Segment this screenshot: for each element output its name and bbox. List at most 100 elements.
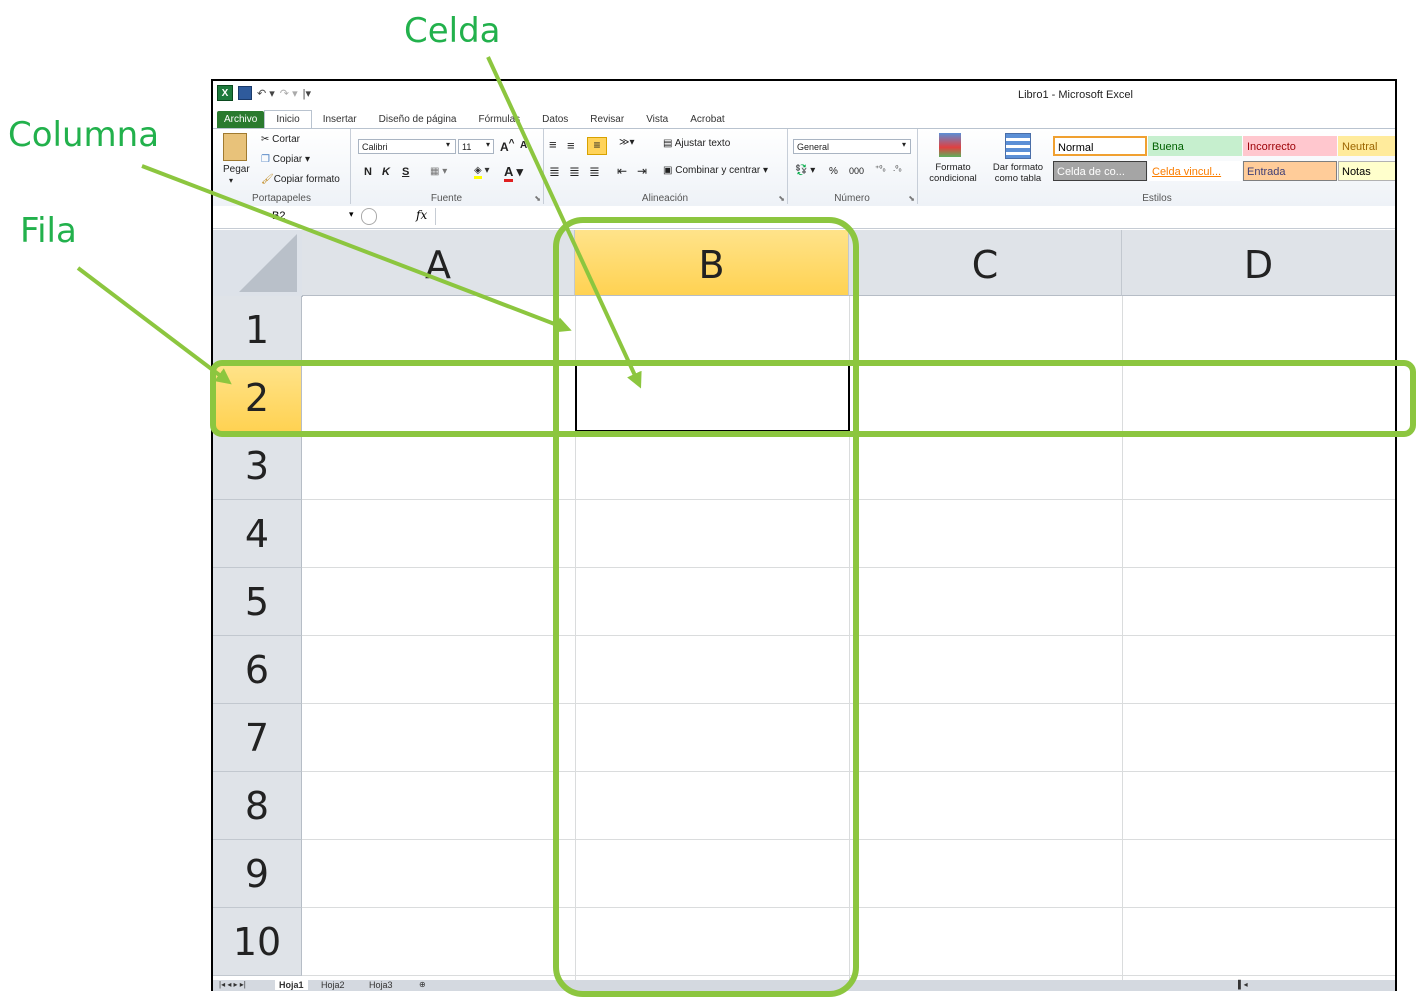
row-header-5[interactable]: 5 [213,568,302,636]
redo-icon[interactable]: ↷ ▾ [280,87,298,100]
alignment-group: ≡ ≡ ≡ ≫▾ ▤ Ajustar texto ≣ ≣ ≣ ⇤ ⇥ ▣ Com… [543,129,788,204]
conditional-format-icon[interactable] [939,133,961,157]
tab-datos[interactable]: Datos [531,111,579,129]
row-highlight [210,360,1416,437]
thousands-button[interactable]: 000 [849,166,864,176]
paste-button[interactable]: Pegar [223,164,250,175]
decrease-indent-icon[interactable]: ⇤ [617,164,627,178]
format-painter-button[interactable]: 🖌Copiar formato [261,174,340,185]
row-header-4[interactable]: 4 [213,500,302,568]
brush-icon: 🖌 [261,174,274,185]
formula-cancel-icon[interactable] [361,208,377,225]
row-header-3[interactable]: 3 [213,432,302,500]
percent-button[interactable]: % [829,166,838,177]
borders-icon[interactable]: ▦ ▾ [430,166,447,177]
grow-font-icon[interactable]: A^ [500,138,515,154]
undo-icon[interactable]: ↶ ▾ [257,87,275,100]
cell-style-0[interactable]: Normal [1053,136,1147,156]
shrink-font-icon[interactable]: A [520,140,527,151]
number-format-dropdown-icon[interactable]: ▾ [902,140,906,149]
font-name-select[interactable]: Calibri [358,139,456,154]
row-header-6[interactable]: 6 [213,636,302,704]
ribbon-tabs: Archivo Inicio Insertar Diseño de página Fór… [213,109,1395,129]
name-box-dropdown-icon[interactable]: ▾ [349,209,354,220]
excel-app-icon[interactable]: X [217,85,233,101]
align-left-icon[interactable]: ≣ [549,164,560,180]
increase-decimal-icon[interactable]: ⁺⁰₀ [875,164,886,173]
format-painter-label: Copiar formato [273,174,340,185]
quick-access-toolbar: X ↶ ▾ ↷ ▾ |▾ [217,85,311,101]
tab-insertar[interactable]: Insertar [312,111,368,129]
tab-revisar[interactable]: Revisar [579,111,635,129]
tab-f-rmulas[interactable]: Fórmulas [467,111,531,129]
sheet-nav-icon[interactable]: |◂ ◂ ▸ ▸| [219,980,246,989]
row-header-9[interactable]: 9 [213,840,302,908]
align-top-icon[interactable]: ≡ [549,137,557,152]
hscroll-left-icon[interactable]: ▌◂ [1238,980,1248,989]
save-icon[interactable] [238,86,252,100]
bold-button[interactable]: N [364,166,372,178]
wrap-text-button[interactable]: ▤ Ajustar texto [663,138,730,149]
paste-dropdown-icon[interactable]: ▾ [229,176,233,185]
italic-button[interactable]: K [382,166,390,178]
tab-dise-o-de-p-gina[interactable]: Diseño de página [368,111,468,129]
row-header-7[interactable]: 7 [213,704,302,772]
align-middle-icon[interactable]: ≡ [567,138,575,153]
cell-style-5[interactable]: Celda vincul... [1148,161,1242,181]
tab-vista[interactable]: Vista [635,111,679,129]
sheet-tab-1[interactable]: Hoja1 [275,980,308,990]
cell-style-1[interactable]: Buena [1148,136,1242,156]
number-group: General ▾ 💱 ▾ % 000 ⁺⁰₀ .⁰₀ Número ⬊ [787,129,918,204]
paste-icon[interactable] [223,133,247,161]
insert-function-button[interactable]: fx [416,208,427,222]
sheet-tab-3[interactable]: Hoja3 [369,980,393,990]
cut-button[interactable]: ✂ Cortar [261,134,300,145]
fill-color-icon[interactable]: ◈ ▾ [474,165,490,179]
select-all-corner[interactable] [213,230,303,297]
row-header-10[interactable]: 10 [213,908,302,976]
cell-style-3[interactable]: Neutral [1338,136,1395,156]
orientation-icon[interactable]: ≫▾ [619,137,635,148]
row-header-8[interactable]: 8 [213,772,302,840]
row-header-1[interactable]: 1 [213,296,302,364]
copy-button[interactable]: ❐ Copiar ▾ [261,154,310,165]
alignment-dialog-launcher-icon[interactable]: ⬊ [778,194,785,203]
underline-button[interactable]: S [402,166,409,178]
format-as-table-button[interactable]: Dar formato como tabla [987,162,1049,184]
window-title: Libro1 - Microsoft Excel [1018,89,1133,101]
wrap-text-icon: ▤ [663,138,675,149]
font-name-dropdown-icon[interactable]: ▾ [446,140,450,149]
font-dialog-launcher-icon[interactable]: ⬊ [534,194,541,203]
celda-label: Celda [404,11,501,51]
conditional-format-button[interactable]: Formato condicional [921,162,985,184]
align-bottom-icon[interactable]: ≡ [587,137,607,155]
increase-indent-icon[interactable]: ⇥ [637,164,647,178]
clipboard-group: Pegar ▾ ✂ Cortar ❐ Copiar ▾ 🖌Copiar form… [213,129,351,204]
tab-archivo[interactable]: Archivo [217,111,265,129]
merge-icon: ▣ [663,165,676,176]
new-sheet-icon[interactable]: ⊕ [419,980,426,989]
clipboard-group-label: Portapapeles [252,193,311,204]
decrease-decimal-icon[interactable]: .⁰₀ [893,164,902,173]
font-size-dropdown-icon[interactable]: ▾ [486,140,490,149]
cell-style-2[interactable]: Incorrecto [1243,136,1337,156]
format-as-table-icon[interactable] [1005,133,1031,159]
name-box[interactable]: B2 [217,208,359,225]
cell-style-4[interactable]: Celda de co... [1053,161,1147,181]
font-color-icon[interactable]: A ▾ [504,164,523,182]
align-right-icon[interactable]: ≣ [589,164,600,180]
column-header-d[interactable]: D [1122,230,1395,296]
column-header-c[interactable]: C [849,230,1122,296]
merge-center-button[interactable]: ▣ Combinar y centrar ▾ [663,165,768,176]
align-center-icon[interactable]: ≣ [569,164,580,180]
customize-qat-icon[interactable]: |▾ [303,87,311,100]
sheet-tab-2[interactable]: Hoja2 [321,980,345,990]
tab-inicio[interactable]: Inicio [264,110,312,129]
number-dialog-launcher-icon[interactable]: ⬊ [908,194,915,203]
tab-acrobat[interactable]: Acrobat [679,111,735,129]
cell-style-7[interactable]: Notas [1338,161,1395,181]
number-format-select[interactable]: General [793,139,911,154]
column-header-a[interactable]: A [302,230,575,296]
accounting-format-icon[interactable]: 💱 ▾ [795,165,815,176]
cell-style-6[interactable]: Entrada [1243,161,1337,181]
